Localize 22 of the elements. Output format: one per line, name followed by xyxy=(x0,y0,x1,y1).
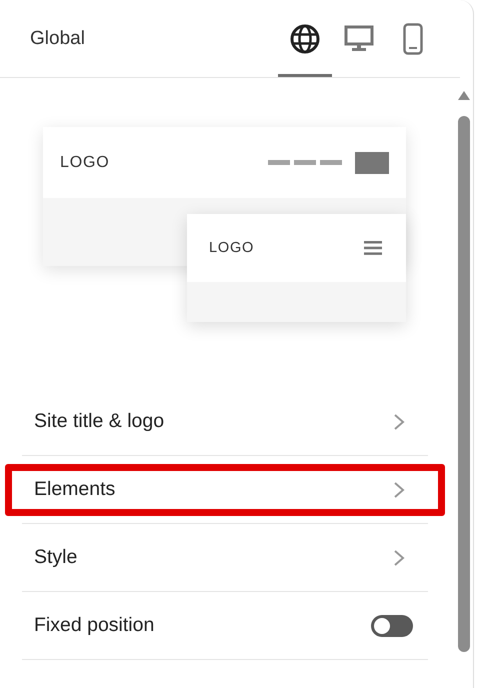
item-label: Elements xyxy=(34,478,116,501)
item-label: Fixed position xyxy=(34,614,154,637)
menu-icon xyxy=(364,241,382,255)
item-label: Site title & logo xyxy=(34,410,164,433)
monitor-icon xyxy=(344,24,374,52)
logo-text: LOGO xyxy=(60,154,110,172)
menu-item[interactable]: Site title & logo xyxy=(5,396,445,448)
chevron-right-icon xyxy=(393,548,405,566)
nav-links-icon xyxy=(268,152,390,174)
chevron-right-icon xyxy=(393,412,405,430)
item-label: Style xyxy=(34,546,78,569)
scroll-up-icon[interactable] xyxy=(458,91,470,100)
menu-item[interactable]: Fixed position xyxy=(5,600,445,652)
chevron-right-icon xyxy=(393,480,405,498)
scrollbar-thumb[interactable] xyxy=(458,116,470,652)
phone-icon xyxy=(403,22,423,54)
logo-text: LOGO xyxy=(209,240,254,256)
panel-title: Global xyxy=(30,28,85,50)
toggle-switch[interactable] xyxy=(371,614,413,636)
menu-item[interactable]: Style xyxy=(5,532,445,584)
globe-icon xyxy=(289,22,321,54)
menu-item[interactable]: Elements xyxy=(5,464,445,516)
